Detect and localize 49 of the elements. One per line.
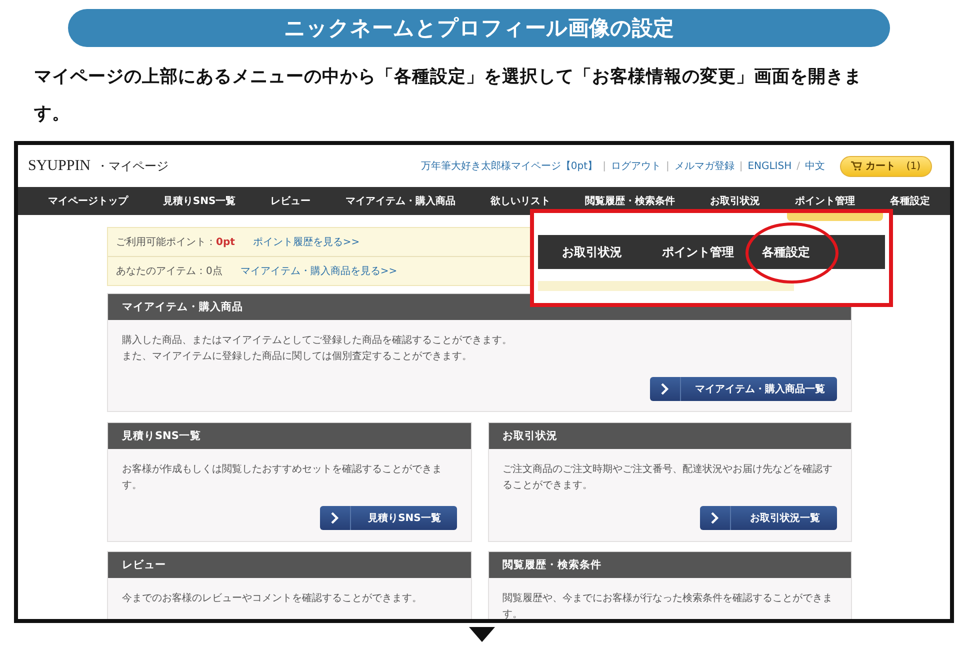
nav-item[interactable]: マイアイテム・購入商品 bbox=[345, 194, 456, 208]
card-title: 閲覧履歴・検索条件 bbox=[488, 552, 851, 578]
card-title: 見積りSNS一覧 bbox=[108, 423, 470, 449]
separator: | bbox=[602, 160, 606, 172]
summary-label: ご利用可能ポイント： bbox=[116, 236, 216, 249]
nav-item[interactable]: お取引状況 bbox=[562, 244, 622, 260]
card-description: 今までのお客様のレビューやコメントを確認することができます。 bbox=[122, 592, 423, 606]
card-title: レビュー bbox=[108, 552, 470, 578]
chevron-icon bbox=[710, 512, 720, 524]
nav-item[interactable]: 見積りSNS一覧 bbox=[162, 194, 236, 208]
cart-icon bbox=[851, 161, 862, 171]
card-description: ご注文商品のご注文時期やご注文番号、配達状況やお届け先などを確認することができます。 bbox=[502, 462, 834, 493]
summary-link[interactable]: ポイント履歴を見る>> bbox=[252, 235, 360, 249]
separator: / bbox=[796, 160, 800, 172]
nav-item[interactable]: レビュー bbox=[270, 194, 311, 208]
logo[interactable]: SYUPPIN bbox=[28, 158, 91, 174]
header-link[interactable]: ENGLISH bbox=[748, 160, 792, 172]
summary-value: 0点 bbox=[206, 264, 222, 278]
nav-item[interactable]: ポイント管理 bbox=[795, 194, 856, 208]
title-banner: ニックネームとプロフィール画像の設定 bbox=[68, 9, 890, 47]
down-arrow-icon bbox=[469, 627, 495, 642]
card-description: お客様が作成もしくは閲覧したおすすめセットを確認することができます。 bbox=[122, 462, 443, 493]
list-button[interactable]: マイアイテム・購入商品一覧 bbox=[650, 377, 837, 401]
nav-item[interactable]: マイページトップ bbox=[48, 194, 128, 208]
nav-item[interactable]: 各種設定 bbox=[890, 194, 930, 208]
nav-item[interactable]: 閲覧履歴・検索条件 bbox=[585, 194, 676, 208]
header-link[interactable]: メルマガ登録 bbox=[674, 159, 734, 173]
cart-button[interactable]: カート (1) bbox=[840, 156, 932, 176]
card-description: 閲覧履歴や、今までにお客様が行なった検索条件を確認することができます。 bbox=[502, 592, 834, 619]
header-link[interactable]: ログアウト bbox=[610, 159, 661, 173]
list-button[interactable]: お取引状況一覧 bbox=[700, 506, 837, 530]
header-link[interactable]: 中文 bbox=[805, 159, 825, 173]
separator: | bbox=[739, 160, 743, 172]
summary-label: あなたのアイテム： bbox=[116, 265, 206, 278]
list-button[interactable]: 見積りSNS一覧 bbox=[320, 506, 456, 530]
card-title: お取引状況 bbox=[488, 423, 851, 449]
chevron-icon bbox=[660, 383, 670, 395]
separator: | bbox=[666, 160, 670, 172]
logo-subtitle: ・マイページ bbox=[96, 158, 169, 174]
nav-item[interactable]: ポイント管理 bbox=[662, 244, 734, 260]
header-link[interactable]: 万年筆大好き太郎様マイページ【0pt】 bbox=[420, 159, 598, 173]
nav-item[interactable]: 各種設定 bbox=[762, 244, 810, 260]
chevron-icon bbox=[330, 512, 340, 524]
summary-value: 0pt bbox=[216, 236, 235, 248]
nav-item[interactable]: お取引状況 bbox=[710, 194, 760, 208]
summary-link[interactable]: マイアイテム・購入商品を見る>> bbox=[240, 264, 398, 278]
nav-item[interactable]: 欲しいリスト bbox=[490, 194, 550, 208]
instruction-text: マイページの上部にあるメニューの中から「各種設定」を選択して「お客様情報の変更」画面を開きます。 bbox=[34, 66, 863, 126]
card-description: 購入した商品、またはマイアイテムとしてご登録した商品を確認することができます。 また、マイアイテムに登録した商品に関しては個別査定することができます。 bbox=[122, 334, 513, 364]
